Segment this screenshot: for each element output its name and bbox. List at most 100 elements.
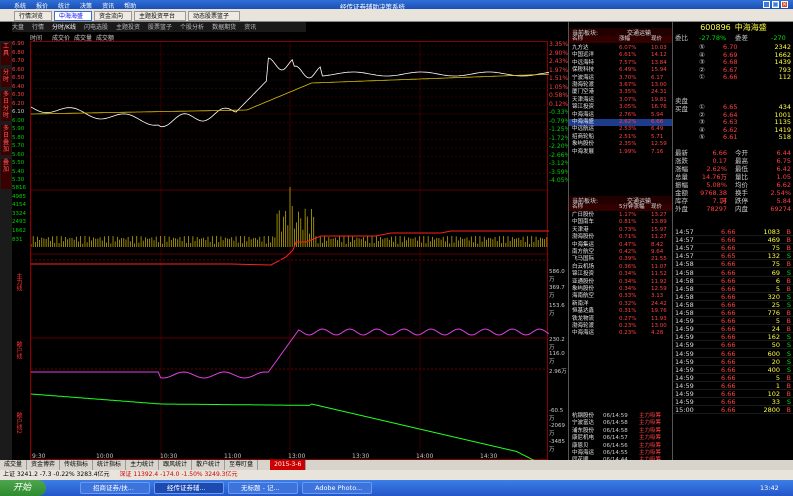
table-cell: 24.42 bbox=[651, 300, 667, 307]
table-cell: 21.55 bbox=[651, 256, 667, 263]
tab-4[interactable]: 动态股票篮子 bbox=[188, 11, 240, 21]
table-row[interactable]: 锦江投资 3.05% 16.76 bbox=[569, 104, 673, 111]
stat-label: 内盘 bbox=[735, 205, 748, 213]
table-cell: 6.49 bbox=[651, 126, 664, 133]
bottom-date[interactable]: 2015-3-6 bbox=[270, 460, 307, 470]
right-tick: 1.05% bbox=[549, 83, 569, 91]
taskbar-item-0[interactable]: 招商证券/扶... bbox=[80, 482, 150, 494]
table-row[interactable]: 中国远洋 6.61% 14.12 bbox=[569, 52, 673, 59]
taskbar-item-3[interactable]: Adobe Photo... bbox=[302, 482, 372, 494]
taskbar-item-2[interactable]: 无标题 - 记... bbox=[228, 482, 298, 494]
trade-side: B bbox=[786, 390, 791, 398]
trade-price: 6.66 bbox=[721, 365, 736, 374]
tab-0[interactable]: 行情浏览 bbox=[14, 11, 52, 21]
sidebar-btn-0[interactable]: 工具 bbox=[1, 43, 11, 65]
subtab-6[interactable]: 个股分析 bbox=[180, 24, 204, 31]
subtab-7[interactable]: 数据期货 bbox=[212, 24, 236, 31]
taskbar-item-1[interactable]: 经传证券辅... bbox=[154, 482, 224, 494]
subtab-3[interactable]: 闪电选股 bbox=[84, 24, 108, 31]
right-tick: 3.35% bbox=[549, 41, 569, 48]
table-cell: 中海发展 bbox=[572, 148, 595, 155]
bottom-tab-5[interactable]: 跟风统计 bbox=[159, 460, 193, 470]
left-tick: 6.70 bbox=[12, 58, 25, 64]
table-cell: 0.31% bbox=[619, 308, 637, 315]
trade-volume: 5 bbox=[775, 317, 780, 326]
subtab-8[interactable]: 资讯 bbox=[244, 24, 256, 31]
start-button[interactable]: 开始 bbox=[0, 480, 46, 496]
sidebar-btn-4[interactable]: 叠加 bbox=[1, 159, 11, 189]
trade-row: 14:59 6.66 600 S bbox=[673, 350, 793, 358]
table-row[interactable]: 中远航运 2.53% 6.49 bbox=[569, 126, 673, 133]
table-row[interactable]: 中海海运 2.76% 5.94 bbox=[569, 112, 673, 119]
table-row[interactable]: 象屿股份 2.35% 12.59 bbox=[569, 141, 673, 148]
table-row[interactable]: 亚通股份 0.34% 11.92 bbox=[569, 279, 673, 286]
subtab-1[interactable]: 行情 bbox=[32, 24, 44, 31]
table-cell: 7.57% bbox=[619, 59, 637, 66]
alert-time: 06/14:55 bbox=[603, 450, 628, 456]
bottom-tab-6[interactable]: 散户统计 bbox=[192, 460, 226, 470]
trade-side: B bbox=[786, 381, 791, 390]
tab-1[interactable]: 中海海盛 bbox=[54, 11, 92, 21]
trade-price: 6.66 bbox=[721, 284, 736, 293]
sidebar-btn-3[interactable]: 多日叠加 bbox=[1, 125, 11, 155]
bottom-tab-1[interactable]: 资金博弈 bbox=[27, 460, 61, 470]
table-cell: 6.66 bbox=[651, 119, 664, 125]
table-row[interactable]: 锦江投资 0.34% 11.52 bbox=[569, 271, 673, 278]
table-row[interactable]: 保税科技 6.49% 15.94 bbox=[569, 67, 673, 74]
maximize-button[interactable]: □ bbox=[772, 1, 779, 8]
indicator-name: 散户线 bbox=[15, 341, 22, 359]
bottom-tab-7[interactable]: 至尊盯盘 bbox=[225, 460, 259, 470]
trade-time: 14:58 bbox=[675, 300, 694, 309]
table-cell: 2.51% bbox=[619, 133, 637, 140]
intraday-chart[interactable]: 9:30 10:00 10:30 11:00 13:00 13:30 14:00 14:30 bbox=[30, 41, 549, 461]
tab-2[interactable]: 资金流向 bbox=[94, 11, 132, 21]
tab-3[interactable]: 主题投资平台 bbox=[134, 11, 186, 21]
table-row[interactable]: 中海集运 0.47% 8.42 bbox=[569, 242, 673, 249]
bottom-tab-4[interactable]: 主力统计 bbox=[126, 460, 160, 470]
close-button[interactable]: × bbox=[781, 1, 788, 8]
table-row[interactable]: 飞马国际 0.39% 21.55 bbox=[569, 256, 673, 263]
buys-level[interactable]: ⑤ 6.61 518 bbox=[673, 134, 793, 142]
sidebar-btn-1[interactable]: 分时 bbox=[1, 69, 11, 87]
table-row[interactable]: 宁波海运 3.70% 6.17 bbox=[569, 75, 673, 82]
subtab-4[interactable]: 主题投资 bbox=[116, 24, 140, 31]
bottom-tab-2[interactable]: 传统指标 bbox=[60, 460, 94, 470]
trade-time: 14:59 bbox=[675, 317, 694, 326]
sells-level[interactable]: ① 6.66 112 bbox=[673, 74, 793, 82]
trade-price: 6.66 bbox=[721, 244, 736, 253]
bottom-tab-0[interactable]: 成交量 bbox=[0, 460, 28, 470]
alert-row[interactable]: 康尼机电 06/14:57 主力吸筹 bbox=[569, 435, 673, 442]
table-row[interactable]: 中海发展 1.99% 7.16 bbox=[569, 149, 673, 156]
trade-time: 14:57 bbox=[675, 252, 694, 261]
indicator-value: 369.7万 bbox=[549, 285, 565, 299]
left-tick: 6.50 bbox=[12, 75, 25, 81]
alert-row[interactable]: 康恩贝 06/14:56 主力吸筹 bbox=[569, 443, 673, 450]
trade-price: 6.66 bbox=[721, 381, 736, 390]
table-row[interactable]: 中国南车 0.81% 13.89 bbox=[569, 219, 673, 226]
trade-row: 14:58 6.66 776 B bbox=[673, 309, 793, 318]
table-row[interactable]: 铁龙物流 0.27% 11.93 bbox=[569, 316, 673, 323]
stat-row: 金额 9768.38万 换手 2.54% bbox=[673, 189, 793, 204]
table-cell: 11.52 bbox=[651, 271, 667, 278]
trade-side: B bbox=[786, 228, 791, 236]
minimize-button[interactable]: _ bbox=[763, 1, 770, 8]
left-tick: 3324 bbox=[12, 210, 26, 217]
sidebar-btn-2[interactable]: 多日分时 bbox=[1, 91, 11, 121]
left-sidebar: 工具分时多日分时多日叠加叠加 bbox=[0, 41, 12, 460]
bottom-tab-3[interactable]: 统计指标 bbox=[93, 460, 127, 470]
trade-time: 14:59 bbox=[675, 357, 694, 366]
subtab-0[interactable]: 大盘 bbox=[12, 24, 24, 31]
table-row[interactable]: 恒基达鑫 0.31% 19.76 bbox=[569, 308, 673, 315]
table-row[interactable]: 中海海运 0.23% 4.28 bbox=[569, 330, 673, 337]
table-row[interactable]: 渤海股份 0.71% 11.27 bbox=[569, 234, 673, 241]
panel2-col-header: 名称 bbox=[572, 204, 584, 210]
table-cell: 6.17 bbox=[651, 74, 664, 81]
stat-row: 涨跌 0.17 最高 6.75 bbox=[673, 157, 793, 166]
alert-row[interactable]: 宁波富达 06/14:58 主力吸筹 bbox=[569, 420, 673, 427]
subtab-5[interactable]: 股票篮子 bbox=[148, 24, 172, 31]
table-row[interactable]: 海南航空 0.33% 3.13 bbox=[569, 293, 673, 300]
subtab-2[interactable]: 分时/K线 bbox=[52, 24, 76, 31]
trade-side: B bbox=[786, 260, 791, 269]
table-row[interactable]: 厦门空港 3.35% 24.31 bbox=[569, 89, 673, 96]
trade-price: 6.66 bbox=[721, 349, 736, 358]
